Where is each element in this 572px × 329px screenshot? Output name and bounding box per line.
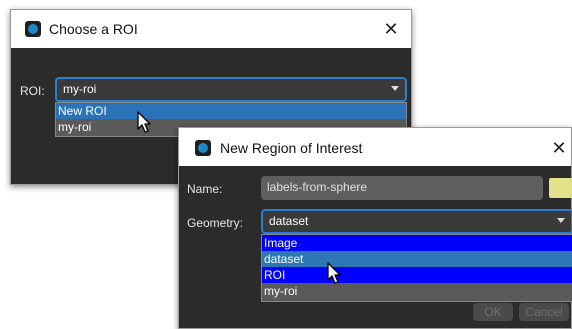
new-roi-dialog: New Region of Interest ✕ Name: labels-fr… xyxy=(178,127,572,329)
close-icon[interactable]: ✕ xyxy=(551,139,567,157)
dropdown-item-roi[interactable]: ROI xyxy=(262,267,572,283)
titlebar: Choose a ROI ✕ xyxy=(11,10,411,48)
cancel-button[interactable]: Cancel xyxy=(519,303,569,321)
titlebar: New Region of Interest ✕ xyxy=(179,128,571,166)
dropdown-item-my-roi[interactable]: my-roi xyxy=(262,283,572,299)
geometry-combobox-value: dataset xyxy=(269,214,309,228)
ok-button[interactable]: OK xyxy=(473,303,513,321)
geometry-dropdown-list: Image dataset ROI my-roi xyxy=(261,234,572,302)
dialog-title: New Region of Interest xyxy=(220,140,363,156)
dropdown-item-image[interactable]: Image xyxy=(262,235,572,251)
color-swatch-button[interactable] xyxy=(549,178,572,198)
dialog-title: Choose a ROI xyxy=(49,21,138,37)
geometry-label: Geometry: xyxy=(187,216,244,230)
roi-combobox[interactable]: my-roi xyxy=(55,77,407,102)
roi-combobox-value: my-roi xyxy=(63,82,97,96)
mouse-cursor-icon xyxy=(137,111,151,133)
geometry-combobox[interactable]: dataset xyxy=(261,209,572,234)
name-label: Name: xyxy=(187,182,223,196)
chevron-down-icon[interactable] xyxy=(557,218,565,223)
chevron-down-icon[interactable] xyxy=(391,86,399,91)
roi-label: ROI: xyxy=(20,84,45,98)
name-field[interactable]: labels-from-sphere xyxy=(261,176,543,200)
name-field-value: labels-from-sphere xyxy=(267,180,368,194)
app-icon xyxy=(25,21,41,37)
close-icon[interactable]: ✕ xyxy=(383,20,399,38)
app-icon xyxy=(195,140,211,156)
mouse-cursor-icon xyxy=(327,262,341,284)
dropdown-item-dataset[interactable]: dataset xyxy=(262,251,572,267)
dropdown-item-new-roi[interactable]: New ROI xyxy=(56,103,406,119)
